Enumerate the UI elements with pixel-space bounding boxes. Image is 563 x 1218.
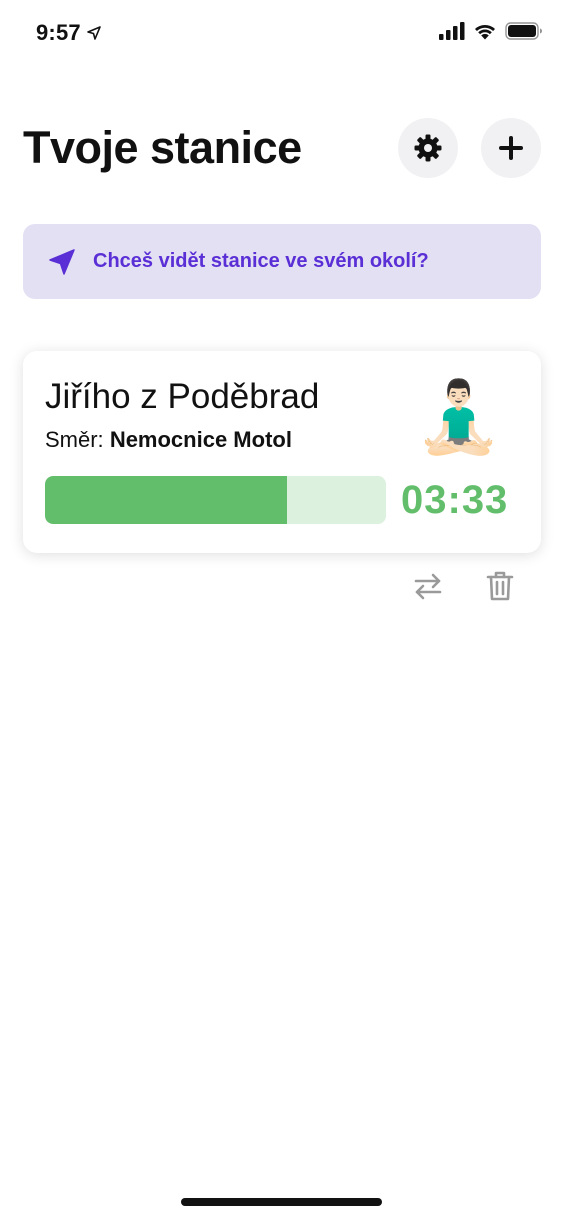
wifi-icon [475, 25, 495, 40]
page-title: Tvoje stanice [23, 122, 302, 173]
status-bar: 9:57 [0, 0, 563, 70]
cellular-signal-icon [439, 22, 465, 40]
add-station-button[interactable] [481, 118, 541, 178]
status-time-text: 9:57 [36, 20, 81, 45]
location-arrow-icon [87, 26, 101, 40]
departure-countdown: 03:33 [401, 478, 509, 522]
navigation-arrow-icon [49, 248, 75, 275]
meditation-emoji: 🧘🏻‍♂️ [415, 376, 503, 458]
swap-direction-button[interactable] [408, 566, 448, 606]
departure-progress-bar [45, 476, 386, 524]
station-card[interactable]: Jiřího z Poděbrad Směr: Nemocnice Motol … [23, 351, 541, 553]
status-time: 9:57 [36, 20, 101, 46]
direction-label: Směr: [45, 427, 104, 452]
swap-arrows-icon [414, 573, 442, 600]
status-icons [439, 22, 543, 40]
settings-button[interactable] [398, 118, 458, 178]
nearby-stations-banner[interactable]: Chceš vidět stanice ve svém okolí? [23, 224, 541, 299]
trash-icon [486, 571, 514, 601]
station-name: Jiřího z Poděbrad [45, 377, 320, 416]
nearby-stations-text: Chceš vidět stanice ve svém okolí? [93, 250, 429, 272]
gear-icon [414, 134, 442, 162]
battery-icon [505, 22, 542, 40]
plus-icon [499, 136, 523, 160]
departure-progress-fill [45, 476, 288, 524]
home-indicator[interactable] [181, 1198, 382, 1206]
delete-station-button[interactable] [480, 566, 520, 606]
direction-value: Nemocnice Motol [109, 427, 292, 452]
direction: Směr: Nemocnice Motol [45, 427, 292, 453]
